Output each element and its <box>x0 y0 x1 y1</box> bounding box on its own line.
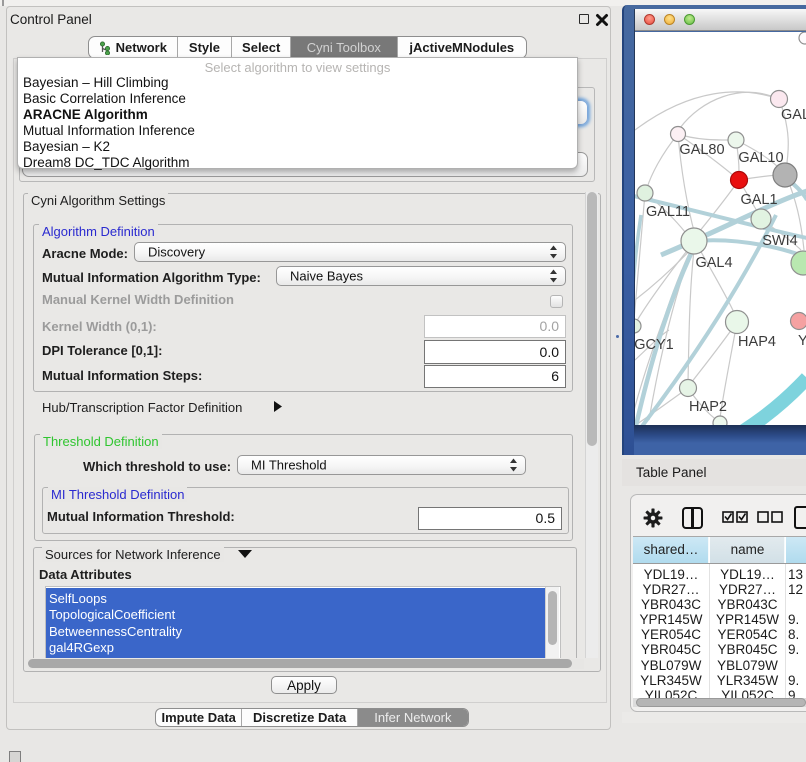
svg-text:SWI4: SWI4 <box>762 233 797 249</box>
svg-text:YM: YM <box>798 333 806 349</box>
svg-text:GAL7: GAL7 <box>781 107 806 123</box>
svg-text:GAL10: GAL10 <box>738 150 783 166</box>
svg-text:HAP4: HAP4 <box>738 334 776 350</box>
svg-text:GAL11: GAL11 <box>646 204 690 220</box>
svg-text:GAL80: GAL80 <box>679 142 724 158</box>
svg-text:GAL4: GAL4 <box>695 255 732 271</box>
svg-text:GAL1: GAL1 <box>740 192 777 208</box>
svg-text:GCY1: GCY1 <box>635 337 674 353</box>
svg-text:HAP2: HAP2 <box>689 399 727 415</box>
